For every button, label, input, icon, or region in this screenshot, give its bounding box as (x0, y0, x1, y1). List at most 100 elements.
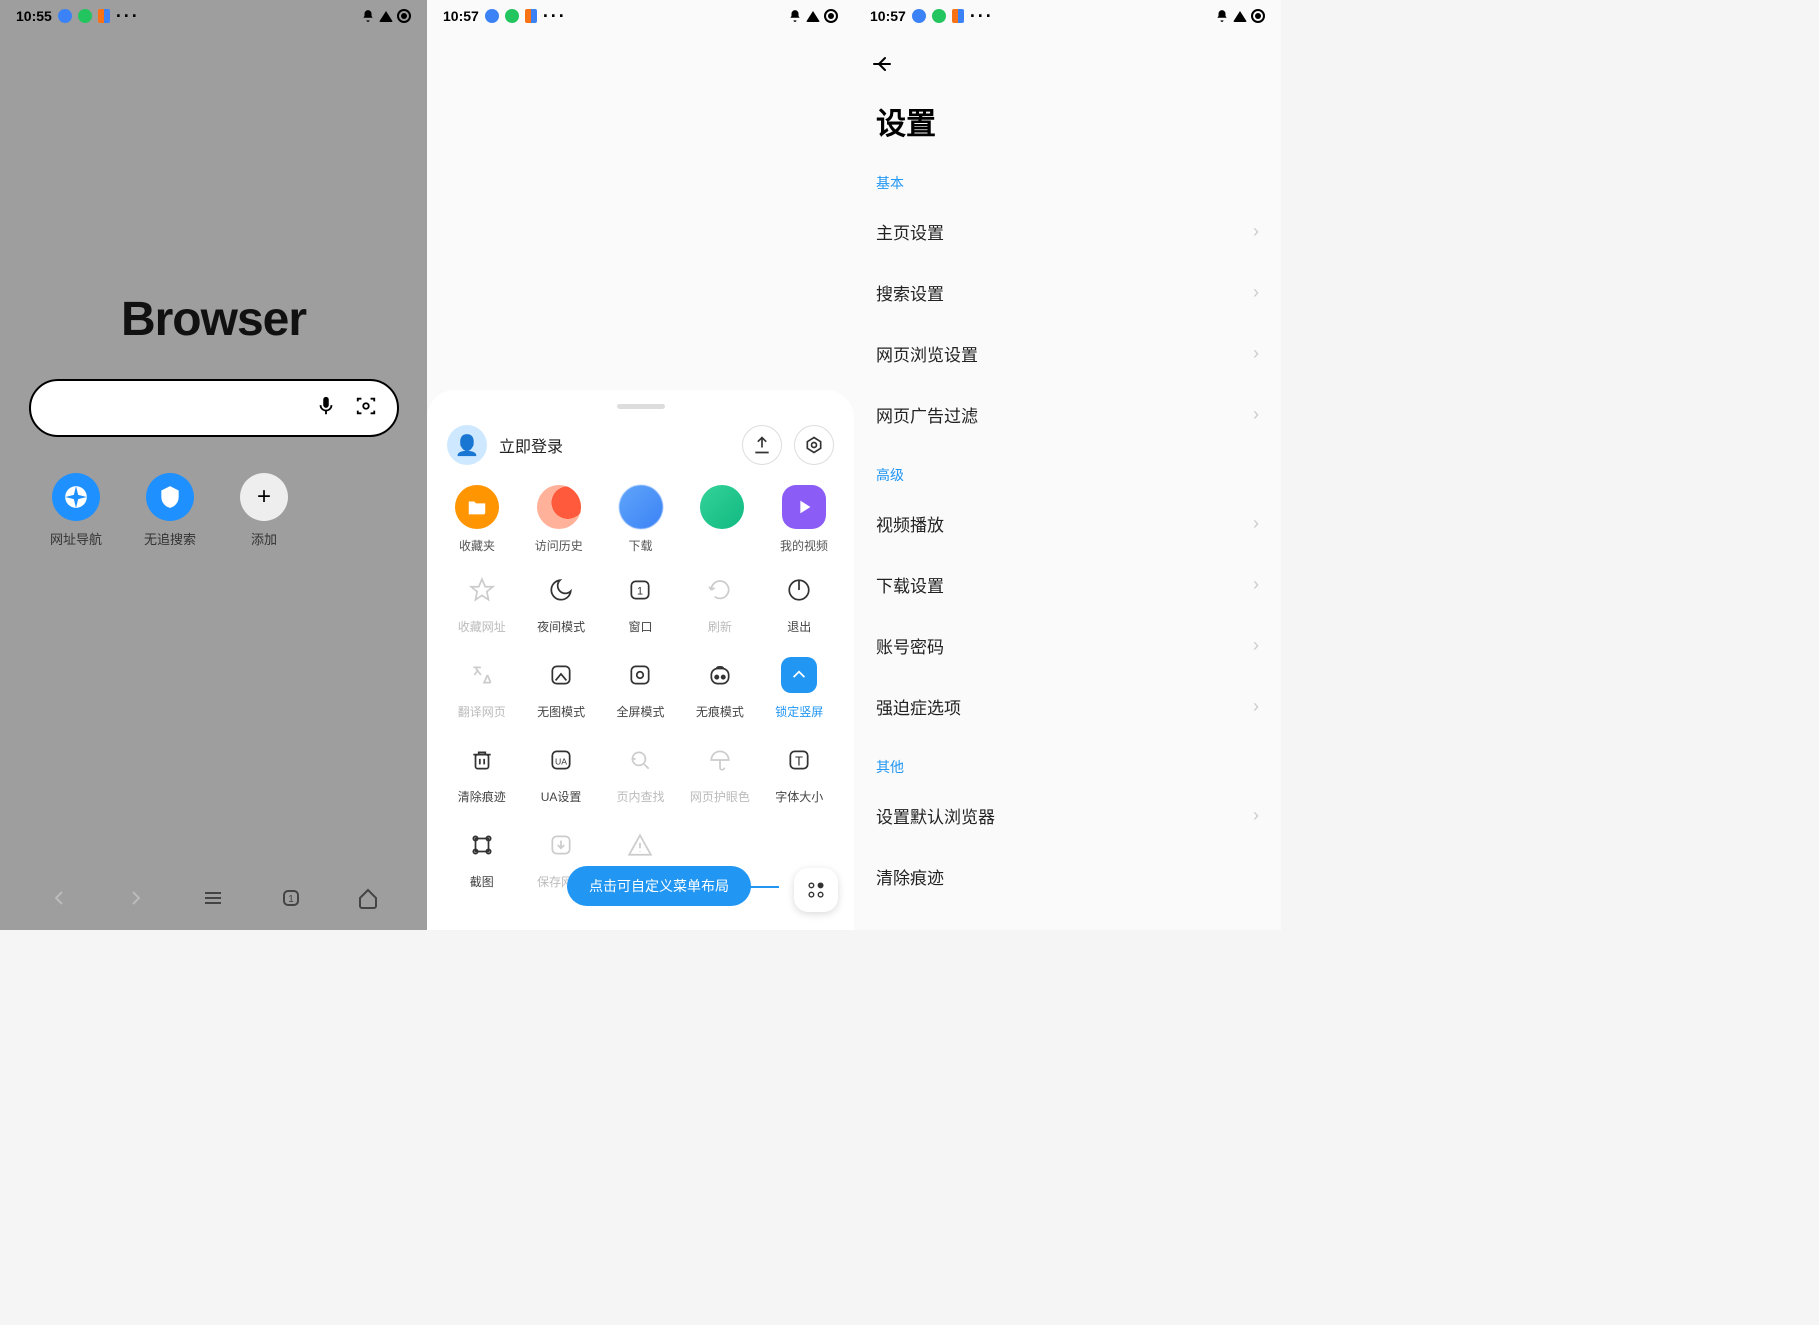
tool-fullscreen[interactable]: 全屏模式 (606, 657, 675, 720)
shortcut-navigation[interactable]: 网址导航 (46, 473, 106, 548)
tool-ua[interactable]: UAUA设置 (526, 742, 595, 805)
settings-row-video[interactable]: 视频播放› (854, 493, 1281, 554)
tool-fontsize[interactable]: T字体大小 (765, 742, 834, 805)
download-icon (619, 485, 663, 529)
status-app-icon (952, 9, 964, 23)
settings-button[interactable] (794, 425, 834, 465)
quick-history[interactable]: 访问历史 (529, 485, 589, 554)
menu-button[interactable] (195, 880, 231, 916)
translate-icon (464, 657, 500, 693)
quick-video[interactable]: 我的视频 (774, 485, 834, 554)
bell-icon (361, 9, 375, 23)
chevron-right-icon: › (1253, 513, 1259, 534)
status-bar: 10:55 ··· (0, 0, 427, 32)
quick-bookmarks[interactable]: 收藏夹 (447, 485, 507, 554)
tool-window[interactable]: 1窗口 (606, 572, 675, 635)
settings-row-download[interactable]: 下载设置› (854, 554, 1281, 615)
customize-tip[interactable]: 点击可自定义菜单布局 (567, 866, 751, 906)
bottom-nav: 1 (0, 880, 427, 916)
settings-row-search[interactable]: 搜索设置› (854, 262, 1281, 323)
status-more-icon: ··· (543, 12, 567, 20)
bell-icon (788, 9, 802, 23)
tool-night[interactable]: 夜间模式 (526, 572, 595, 635)
chevron-right-icon: › (1253, 221, 1259, 242)
compass-icon (52, 473, 100, 521)
shortcut-label: 添加 (251, 529, 277, 548)
tool-clear[interactable]: 清除痕迹 (447, 742, 516, 805)
tool-bookmark[interactable]: 收藏网址 (447, 572, 516, 635)
quick-label: 收藏夹 (459, 537, 495, 554)
chevron-right-icon: › (1253, 805, 1259, 826)
tool-lock-portrait[interactable]: 锁定竖屏 (765, 657, 834, 720)
browser-title: Browser (121, 292, 306, 347)
fullscreen-icon (622, 657, 658, 693)
status-app-icon (912, 9, 926, 23)
settings-row-browsing[interactable]: 网页浏览设置› (854, 323, 1281, 384)
tabs-button[interactable]: 1 (273, 880, 309, 916)
chevron-right-icon: › (1253, 343, 1259, 364)
sheet-handle[interactable] (617, 404, 665, 409)
settings-row-adblock[interactable]: 网页广告过滤› (854, 384, 1281, 445)
find-icon (622, 742, 658, 778)
tool-refresh[interactable]: 刷新 (685, 572, 754, 635)
section-label-basic: 基本 (854, 153, 1281, 201)
back-button[interactable] (854, 32, 1281, 81)
settings-row-default[interactable]: 设置默认浏览器› (854, 785, 1281, 846)
avatar-icon[interactable]: 👤 (447, 425, 487, 465)
section-label-other: 其他 (854, 737, 1281, 785)
home-button[interactable] (350, 880, 386, 916)
chevron-right-icon: › (1253, 282, 1259, 303)
search-bar[interactable] (29, 379, 399, 437)
chevron-right-icon: › (1253, 696, 1259, 717)
quick-row: 收藏夹 访问历史 下载 我的视频 (447, 485, 834, 554)
customize-button[interactable] (794, 868, 838, 912)
bell-icon (1215, 9, 1229, 23)
status-app-icon (58, 9, 72, 23)
status-app-icon (505, 9, 519, 23)
tool-eyecare[interactable]: 网页护眼色 (685, 742, 754, 805)
settings-row-cleartrace[interactable]: 清除痕迹 (854, 846, 1281, 907)
shortcut-search[interactable]: 无追搜索 (140, 473, 200, 548)
settings-row-home[interactable]: 主页设置› (854, 201, 1281, 262)
status-bar: 10:57 ··· (854, 0, 1281, 32)
status-app-icon (485, 9, 499, 23)
shortcuts-row: 网址导航 无追搜索 + 添加 (36, 473, 294, 548)
svg-text:T: T (795, 753, 803, 768)
login-button[interactable]: 立即登录 (499, 433, 730, 457)
folder-icon (455, 485, 499, 529)
status-app-icon (98, 9, 110, 23)
quick-label: 访问历史 (535, 537, 583, 554)
app-icon (700, 485, 744, 529)
share-button[interactable] (742, 425, 782, 465)
status-more-icon: ··· (970, 12, 994, 20)
tool-screenshot[interactable]: 截图 (447, 827, 516, 890)
status-time: 10:55 (16, 8, 52, 24)
scan-icon[interactable] (355, 395, 377, 422)
tool-translate[interactable]: 翻译网页 (447, 657, 516, 720)
quick-item[interactable] (692, 485, 752, 554)
shortcut-add[interactable]: + 添加 (234, 473, 294, 548)
plus-icon: + (240, 473, 288, 521)
forward-button[interactable] (118, 880, 154, 916)
refresh-icon (702, 572, 738, 608)
history-icon (537, 485, 581, 529)
settings-row-ocd[interactable]: 强迫症选项› (854, 676, 1281, 737)
tool-exit[interactable]: 退出 (765, 572, 834, 635)
svg-text:1: 1 (288, 894, 294, 905)
quick-download[interactable]: 下载 (611, 485, 671, 554)
phone-menu: 10:57 ··· 👤 立即登录 收藏夹 访问历史 下载 我的视频 收藏网 (427, 0, 854, 930)
status-time: 10:57 (443, 8, 479, 24)
tool-noimage[interactable]: 无图模式 (526, 657, 595, 720)
back-button[interactable] (41, 880, 77, 916)
tool-find[interactable]: 页内查找 (606, 742, 675, 805)
menu-sheet: 👤 立即登录 收藏夹 访问历史 下载 我的视频 收藏网址 夜间模式 1窗口 刷新… (427, 390, 854, 930)
mic-icon[interactable] (315, 395, 337, 422)
battery-icon (397, 9, 411, 23)
status-app-icon (78, 9, 92, 23)
status-more-icon: ··· (116, 12, 140, 20)
section-label-advanced: 高级 (854, 445, 1281, 493)
phone-home: 10:55 ··· Browser 网址导航 无追 (0, 0, 427, 930)
tool-incognito[interactable]: 无痕模式 (685, 657, 754, 720)
shortcut-label: 网址导航 (50, 529, 102, 548)
settings-row-account[interactable]: 账号密码› (854, 615, 1281, 676)
